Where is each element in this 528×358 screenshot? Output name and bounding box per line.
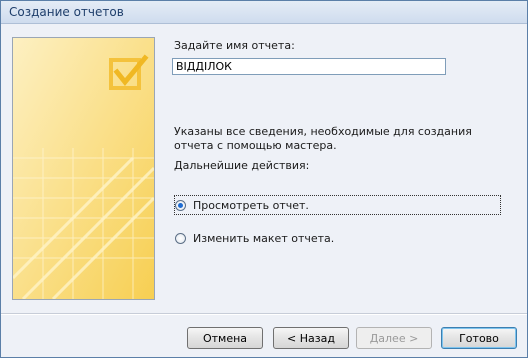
- dialog-body: Задайте имя отчета: ВІДДІЛОК Указаны все…: [1, 24, 527, 357]
- window-title: Создание отчетов: [9, 5, 124, 19]
- option-preview-report[interactable]: Просмотреть отчет.: [174, 195, 501, 215]
- option-modify-layout[interactable]: Изменить макет отчета.: [175, 229, 336, 247]
- preview-radio-label[interactable]: Просмотреть отчет.: [191, 198, 311, 213]
- report-name-input[interactable]: ВІДДІЛОК: [172, 58, 446, 75]
- info-text: Указаны все сведения, необходимые для со…: [174, 125, 472, 152]
- next-actions-label: Дальнейшие действия:: [174, 159, 310, 172]
- wizard-illustration: [12, 37, 155, 300]
- button-separator: [1, 313, 527, 315]
- wizard-checkmark-icon: [13, 38, 154, 299]
- modify-radio-label[interactable]: Изменить макет отчета.: [191, 231, 336, 246]
- cancel-button[interactable]: Отмена: [187, 327, 263, 349]
- modify-radio[interactable]: [175, 232, 186, 244]
- report-name-label: Задайте имя отчета:: [174, 39, 295, 52]
- back-button[interactable]: < Назад: [273, 327, 349, 349]
- title-bar: Создание отчетов: [1, 1, 527, 24]
- next-button[interactable]: Далее >: [356, 327, 432, 349]
- report-wizard-dialog: Создание отчетов Задайте имя отчета: ВІД…: [0, 0, 528, 358]
- preview-radio[interactable]: [175, 199, 186, 211]
- finish-button[interactable]: Готово: [441, 327, 517, 349]
